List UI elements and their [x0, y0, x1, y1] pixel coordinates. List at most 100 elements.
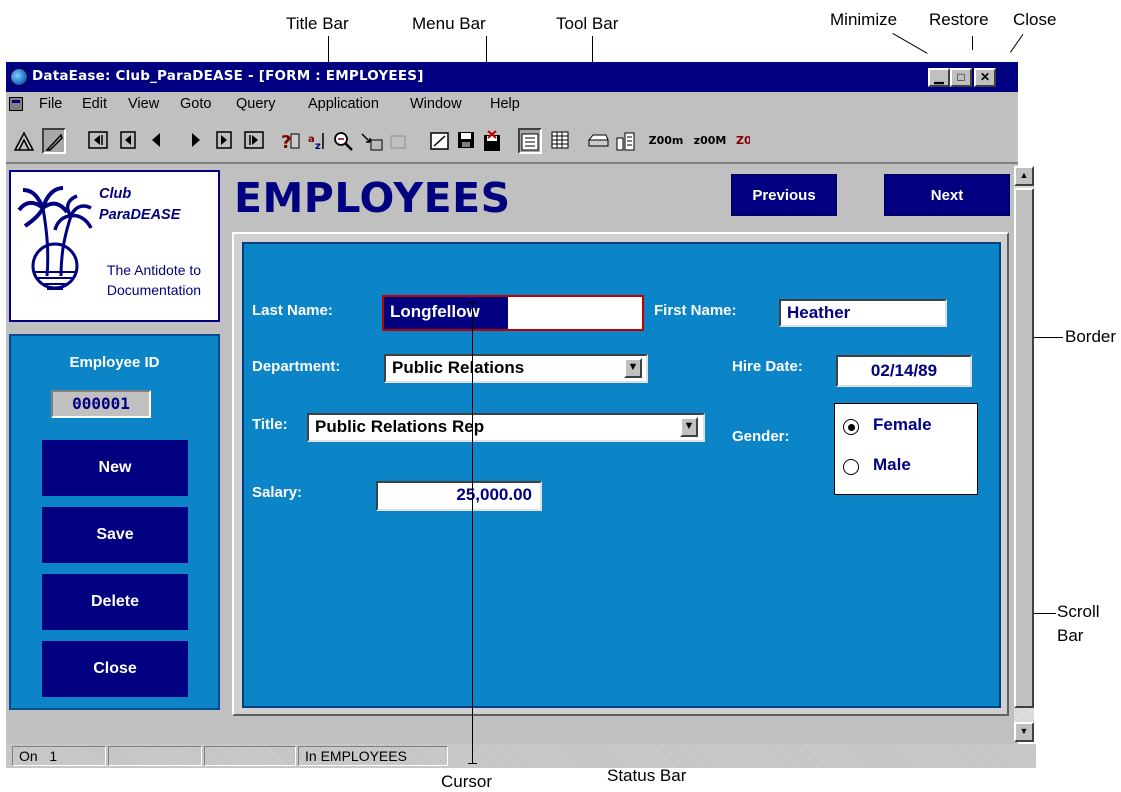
print-icon[interactable]	[586, 128, 610, 154]
callout-line-scroll	[1034, 613, 1056, 614]
title-dropdown-icon[interactable]: ▼	[680, 417, 698, 437]
annotation-tool-bar: Tool Bar	[556, 14, 619, 33]
query-help-icon[interactable]: ?	[278, 128, 302, 154]
tool-bar: ? az Z00m z00M Z0	[6, 116, 1018, 164]
title-select[interactable]: Public Relations Rep	[307, 413, 705, 442]
last-record-icon[interactable]	[242, 128, 266, 154]
previous-page-icon[interactable]	[116, 128, 140, 154]
annotation-cursor: Cursor	[441, 772, 493, 791]
previous-record-icon[interactable]	[144, 128, 168, 154]
callout-line-close	[1010, 33, 1024, 53]
annotation-restore: Restore	[929, 10, 989, 29]
next-record-icon[interactable]	[184, 128, 208, 154]
annotation-close: Close	[1013, 10, 1057, 29]
gender-male-label[interactable]: Male	[873, 455, 911, 475]
svg-text:?: ?	[281, 132, 291, 152]
employee-id-field: 000001	[51, 390, 151, 418]
annotation-status-bar: Status Bar	[607, 766, 687, 785]
gender-radio-group: Female Male	[834, 403, 978, 495]
user-mode-icon[interactable]	[42, 128, 66, 154]
menu-file[interactable]: File	[39, 96, 62, 112]
restore-button[interactable]: □	[950, 68, 972, 87]
status-message: In EMPLOYEES	[298, 746, 448, 766]
text-cursor	[468, 302, 477, 764]
sort-icon[interactable]: az	[306, 128, 330, 154]
first-name-label: First Name:	[654, 302, 737, 319]
delete-record-icon[interactable]	[480, 128, 504, 154]
status-cell-3	[204, 746, 296, 766]
menu-query[interactable]: Query	[236, 96, 276, 112]
zoom-out-icon[interactable]: Z00m	[646, 128, 686, 154]
sidebar-panel: Employee ID 000001 New Save Delete Close	[9, 334, 220, 710]
previous-button[interactable]: Previous	[731, 174, 837, 216]
svg-text:a: a	[308, 134, 315, 145]
design-icon[interactable]	[12, 128, 36, 154]
department-dropdown-icon[interactable]: ▼	[624, 358, 642, 378]
last-name-input[interactable]: Longfellow	[382, 295, 644, 331]
new-button[interactable]: New	[42, 440, 188, 496]
save-icon[interactable]	[454, 128, 478, 154]
callout-line-minimize	[892, 33, 928, 54]
status-cell-2	[108, 746, 202, 766]
scroll-up-icon[interactable]: ▲	[1014, 166, 1034, 186]
logo-tagline: The Antidote to Documentation	[93, 260, 215, 300]
close-form-button[interactable]: Close	[42, 641, 188, 697]
department-label: Department:	[252, 358, 341, 375]
layout-icon[interactable]	[614, 128, 638, 154]
club-logo-panel: Club ParaDEASE The Antidote to Documenta…	[9, 170, 220, 322]
form-view-icon[interactable]	[518, 128, 542, 154]
menu-view[interactable]: View	[128, 96, 159, 112]
edit-form-icon[interactable]	[428, 128, 452, 154]
status-record-number: On 1	[12, 746, 106, 766]
zoom-in-icon[interactable]: z00M	[688, 128, 732, 154]
gender-female-label[interactable]: Female	[873, 415, 932, 435]
menu-bar: File Edit View Goto Query Application Wi…	[6, 92, 1018, 116]
zoom-more-icon[interactable]: Z0	[736, 128, 750, 154]
gender-female-radio[interactable]	[843, 419, 859, 435]
title-bar[interactable]: DataEase: Club_ParaDEASE - [FORM : EMPLO…	[6, 62, 1018, 92]
delete-button[interactable]: Delete	[42, 574, 188, 630]
scroll-down-icon[interactable]: ▼	[1014, 722, 1034, 742]
hire-date-label: Hire Date:	[732, 358, 803, 375]
menu-application[interactable]: Application	[308, 96, 379, 112]
menu-goto[interactable]: Goto	[180, 96, 211, 112]
table-view-icon[interactable]	[548, 128, 572, 154]
app-icon[interactable]	[10, 68, 28, 86]
vertical-scrollbar[interactable]: ▲ ▼	[1014, 166, 1034, 742]
annotation-scroll-bar-2: Bar	[1057, 626, 1084, 645]
next-button[interactable]: Next	[884, 174, 1010, 216]
menu-help[interactable]: Help	[490, 96, 520, 112]
minimize-button[interactable]: ▁	[928, 68, 950, 87]
status-bar: On 1 In EMPLOYEES	[6, 744, 1036, 768]
scroll-thumb[interactable]	[1014, 188, 1034, 708]
save-button[interactable]: Save	[42, 507, 188, 563]
gender-male-radio[interactable]	[843, 459, 859, 475]
search-icon[interactable]	[332, 128, 356, 154]
title-label: Title:	[252, 416, 288, 433]
first-record-icon[interactable]	[86, 128, 110, 154]
menu-window[interactable]: Window	[410, 96, 462, 112]
logo-tagline-line1: The Antidote to	[106, 262, 202, 278]
annotation-title-bar: Title Bar	[286, 14, 349, 33]
window-title: DataEase: Club_ParaDEASE - [FORM : EMPLO…	[32, 68, 424, 84]
palm-tree-logo	[17, 186, 93, 290]
callout-line-restore	[972, 36, 973, 50]
hire-date-input[interactable]: 02/14/89	[836, 355, 972, 387]
department-select[interactable]: Public Relations	[384, 354, 648, 383]
close-button[interactable]: ✕	[974, 68, 996, 87]
first-name-input[interactable]: Heather	[779, 299, 947, 327]
app-window: DataEase: Club_ParaDEASE - [FORM : EMPLO…	[6, 62, 1036, 768]
menu-edit[interactable]: Edit	[82, 96, 107, 112]
salary-input[interactable]: 25,000.00	[376, 481, 542, 511]
document-menu-icon[interactable]	[9, 97, 23, 111]
logo-tagline-line2: Documentation	[106, 282, 202, 298]
annotation-scroll-bar-1: Scroll	[1057, 602, 1100, 621]
annotation-border: Border	[1065, 327, 1117, 346]
logo-club-line2: ParaDEASE	[99, 207, 181, 223]
gender-label: Gender:	[732, 428, 790, 445]
logo-club-name: Club ParaDEASE	[99, 184, 180, 226]
filter-icon[interactable]	[360, 128, 384, 154]
next-page-icon[interactable]	[212, 128, 236, 154]
svg-text:z: z	[315, 141, 321, 152]
logo-club-line1: Club	[99, 186, 132, 202]
